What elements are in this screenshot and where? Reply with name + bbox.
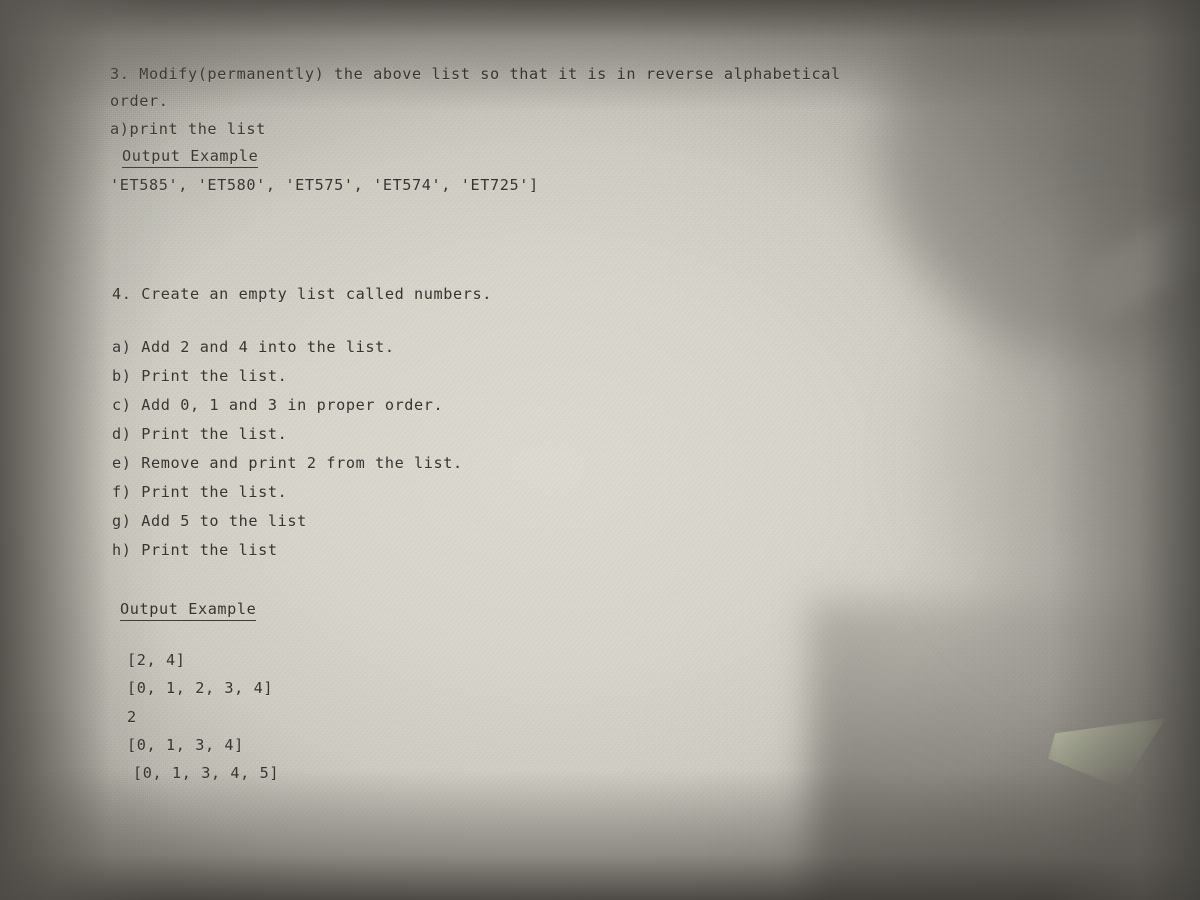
q4-output-line-5: [0, 1, 3, 4, 5] — [133, 764, 280, 782]
q4-item-a: a) Add 2 and 4 into the list. — [112, 338, 395, 356]
q3-output-example-heading: Output Example — [122, 147, 259, 168]
q4-item-h: h) Print the list — [112, 541, 278, 559]
q3-prompt-line-1: 3. Modify(permanently) the above list so… — [110, 65, 841, 83]
q4-prompt: 4. Create an empty list called numbers. — [112, 285, 493, 303]
q4-item-d: d) Print the list. — [112, 425, 288, 443]
q4-item-f: f) Print the list. — [112, 483, 288, 501]
q4-item-c: c) Add 0, 1 and 3 in proper order. — [112, 396, 444, 414]
q4-item-g: g) Add 5 to the list — [112, 512, 307, 530]
q4-item-e: e) Remove and print 2 from the list. — [112, 454, 463, 472]
worksheet-text: 3. Modify(permanently) the above list so… — [0, 0, 1200, 900]
q4-output-line-1: [2, 4] — [127, 651, 186, 669]
q4-output-line-2: [0, 1, 2, 3, 4] — [127, 679, 274, 697]
q3-output-line-1: 'ET585', 'ET580', 'ET575', 'ET574', 'ET7… — [110, 176, 539, 194]
q3-item-a: a)print the list — [110, 120, 266, 138]
q4-output-example-heading: Output Example — [120, 600, 257, 621]
photographed-worksheet-page: 3. Modify(permanently) the above list so… — [0, 0, 1200, 900]
q4-output-line-3: 2 — [127, 708, 137, 726]
q4-item-b: b) Print the list. — [112, 367, 288, 385]
q3-prompt-line-2: order. — [110, 92, 169, 110]
q4-output-line-4: [0, 1, 3, 4] — [127, 736, 244, 754]
